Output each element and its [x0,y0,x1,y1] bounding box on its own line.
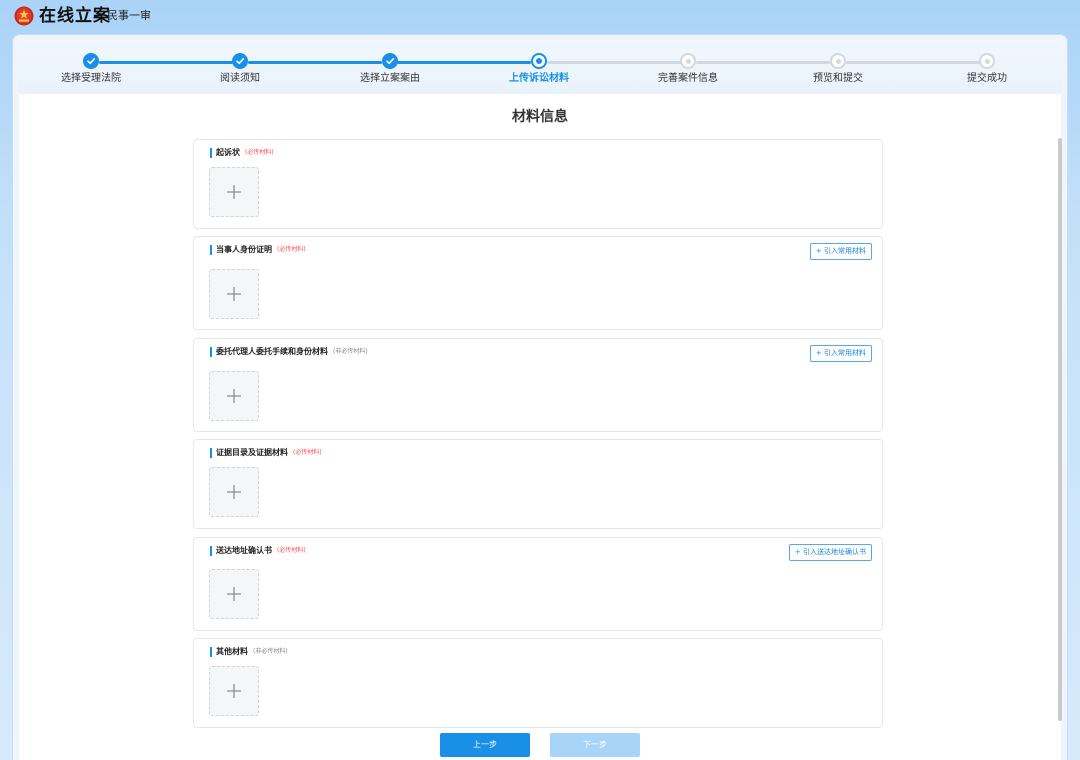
plus-icon [227,485,241,499]
case-type-label: 民事一审 [107,9,151,22]
next-step-button[interactable]: 下一步 [550,733,640,757]
step-label: 选择受理法院 [61,73,121,84]
section-marker [210,546,212,556]
material-section-agent-authorization: 委托代理人委托手续和身份材料 (非必传材料) + 引入常用材料 [193,338,883,432]
section-title: 送达地址确认书 [216,546,272,555]
step-select-cause[interactable]: 选择立案案由 [330,53,450,85]
plus-icon [227,587,241,601]
material-section-evidence: 证据目录及证据材料 (必传材料) [193,439,883,529]
section-header: 其他材料 (非必传材料) [210,647,288,657]
step-select-court[interactable]: 选择受理法院 [31,53,151,85]
section-title: 其他材料 [216,647,248,656]
step-label: 提交成功 [967,73,1007,84]
section-title: 当事人身份证明 [216,245,272,254]
section-marker [210,347,212,357]
step-read-notice[interactable]: 阅读须知 [180,53,300,85]
app-title: 在线立案 [39,6,111,26]
required-tag: (必传材料) [277,246,306,253]
section-title: 委托代理人委托手续和身份材料 [216,347,328,356]
step-upload-materials[interactable]: 上传诉讼材料 [479,53,599,85]
step-case-info: 完善案件信息 [628,53,748,85]
upload-button[interactable] [209,666,259,716]
step-preview-submit: 预览和提交 [778,53,898,85]
upload-button[interactable] [209,371,259,421]
pending-step-icon [830,53,846,69]
step-label: 预览和提交 [813,73,863,84]
material-section-service-address: 送达地址确认书 (必传材料) + 引入送达地址确认书 [193,537,883,631]
import-common-materials-button[interactable]: + 引入常用材料 [809,243,872,260]
required-tag: (必传材料) [245,149,274,156]
section-header: 起诉状 (必传材料) [210,148,274,158]
top-bar: 在线立案 民事一审 [0,0,1080,32]
section-header: 当事人身份证明 (必传材料) [210,245,306,255]
required-tag: (必传材料) [277,547,306,554]
section-header: 送达地址确认书 (必传材料) [210,546,306,556]
step-label: 完善案件信息 [658,73,718,84]
plus-icon [227,287,241,301]
section-header: 证据目录及证据材料 (必传材料) [210,448,322,458]
optional-tag: (非必传材料) [333,348,368,355]
page-title: 材料信息 [512,109,568,125]
section-marker [210,148,212,158]
court-emblem-icon [14,6,34,26]
section-marker [210,647,212,657]
plus-icon [227,389,241,403]
scrollbar[interactable] [1058,138,1062,721]
pending-step-icon [680,53,696,69]
section-header: 委托代理人委托手续和身份材料 (非必传材料) [210,347,368,357]
check-icon [382,53,398,69]
previous-step-button[interactable]: 上一步 [440,733,530,757]
upload-button[interactable] [209,269,259,319]
material-section-party-identity: 当事人身份证明 (必传材料) + 引入常用材料 [193,236,883,330]
upload-button[interactable] [209,167,259,217]
upload-button[interactable] [209,569,259,619]
required-tag: (必传材料) [293,449,322,456]
upload-button[interactable] [209,467,259,517]
material-section-complaint: 起诉状 (必传材料) [193,139,883,229]
step-submit-success: 提交成功 [927,53,1047,85]
plus-icon [227,185,241,199]
section-title: 起诉状 [216,148,240,157]
import-common-materials-button[interactable]: + 引入常用材料 [809,345,872,362]
check-icon [232,53,248,69]
section-marker [210,245,212,255]
plus-icon [227,684,241,698]
section-marker [210,448,212,458]
step-label: 选择立案案由 [360,73,420,84]
pending-step-icon [979,53,995,69]
check-icon [83,53,99,69]
current-step-icon [531,53,547,69]
section-title: 证据目录及证据材料 [216,448,288,457]
step-label: 阅读须知 [220,73,260,84]
material-section-other: 其他材料 (非必传材料) [193,638,883,728]
step-label: 上传诉讼材料 [509,73,569,84]
optional-tag: (非必传材料) [253,648,288,655]
import-address-confirmation-button[interactable]: + 引入送达地址确认书 [788,544,872,561]
